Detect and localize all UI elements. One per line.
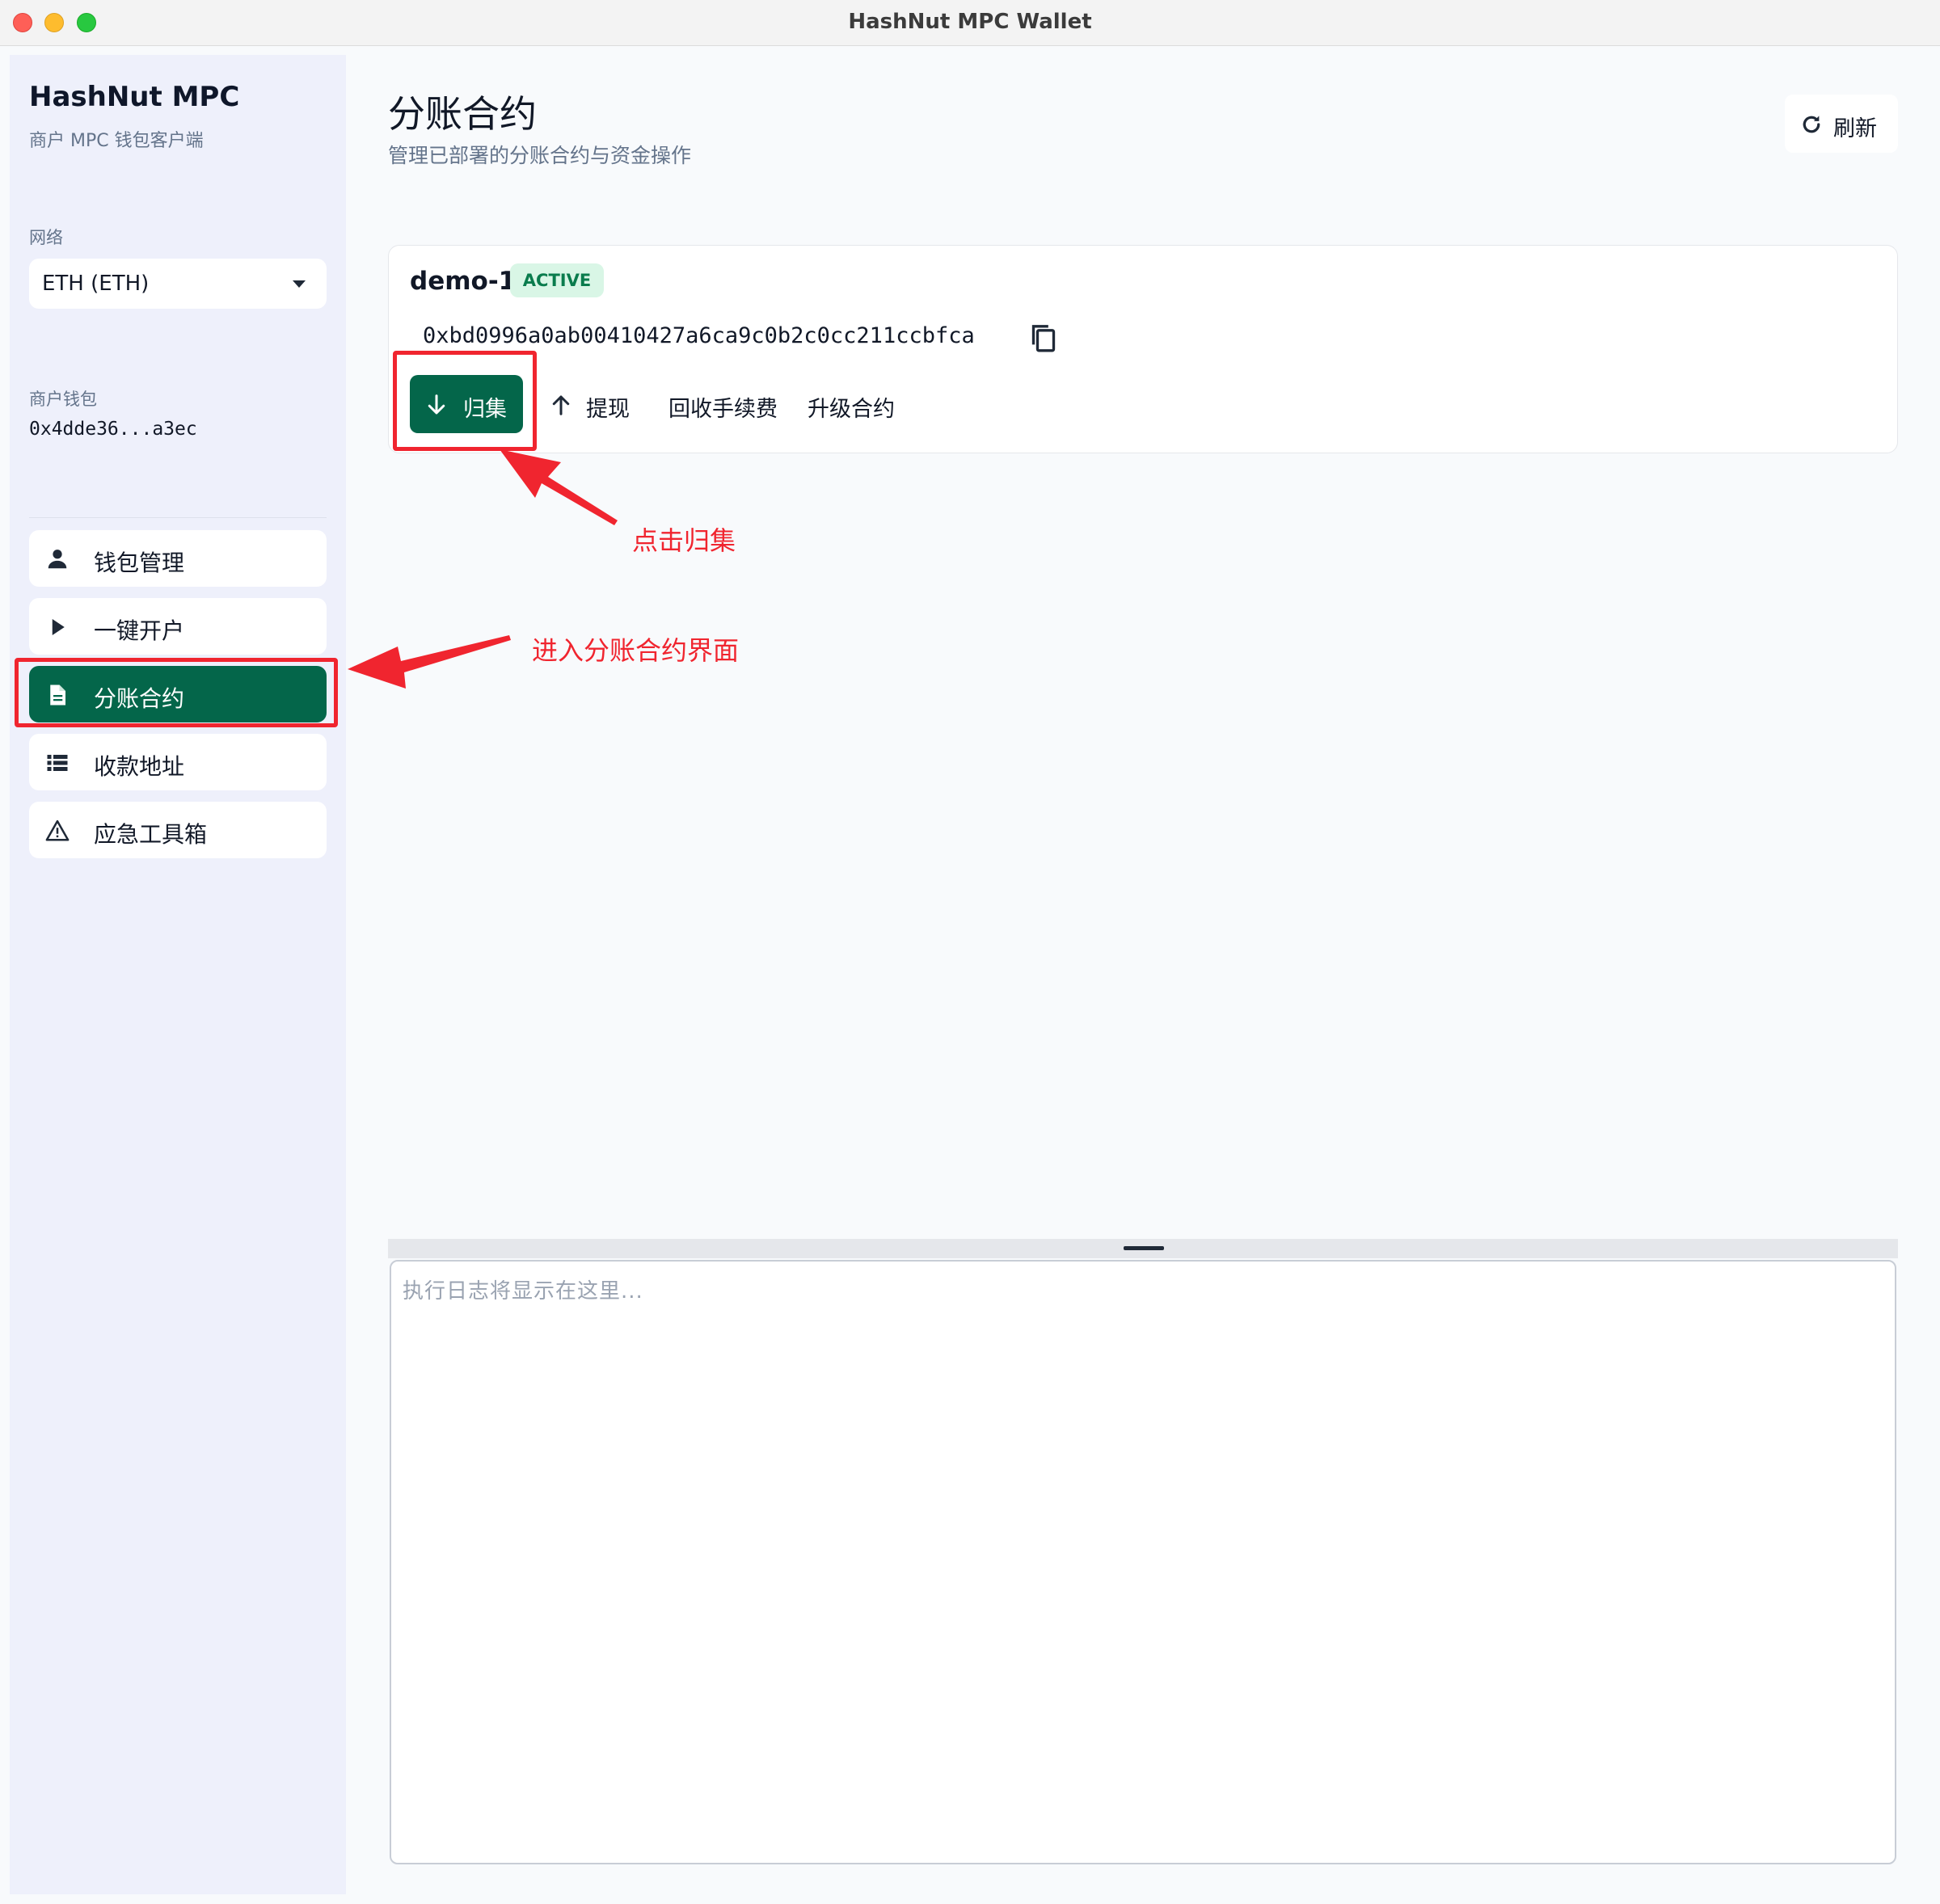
- log-placeholder: 执行日志将显示在这里...: [403, 1279, 643, 1304]
- contract-card: demo-1 ACTIVE 0xbd0996a0ab00410427a6ca9c…: [388, 245, 1898, 453]
- title-bar: HashNut MPC Wallet: [0, 0, 1940, 46]
- window-title: HashNut MPC Wallet: [848, 10, 1092, 34]
- network-value: ETH (ETH): [42, 272, 150, 296]
- brand-subtitle: 商户 MPC 钱包客户端: [29, 131, 204, 151]
- app-window: HashNut MPC Wallet HashNut MPC 商户 MPC 钱包…: [0, 0, 1940, 1904]
- reclaim-fee-label: 回收手续费: [668, 397, 778, 422]
- refresh-icon: [1803, 116, 1820, 133]
- grip-icon: [1124, 1246, 1164, 1250]
- status-badge: ACTIVE: [510, 263, 604, 297]
- sidebar-item-one-click-onboarding[interactable]: 一键开户: [29, 598, 327, 655]
- page-subtitle: 管理已部署的分账合约与资金操作: [388, 144, 692, 167]
- page-title: 分账合约: [388, 92, 537, 136]
- merchant-wallet-address: 0x4dde36...a3ec: [29, 419, 197, 440]
- refresh-label: 刷新: [1833, 116, 1877, 141]
- annotation-text-enter-contract: 进入分账合约界面: [532, 635, 740, 666]
- annotation-highlight-sidebar: [15, 658, 338, 727]
- sidebar-divider: [29, 517, 327, 518]
- brand-title: HashNut MPC: [29, 81, 240, 113]
- sidebar-item-label: 一键开户: [94, 617, 185, 644]
- sidebar: HashNut MPC 商户 MPC 钱包客户端 网络 ETH (ETH) 商户…: [10, 55, 346, 1894]
- user-icon: [48, 550, 67, 569]
- main-content: 分账合约 管理已部署的分账合约与资金操作 刷新 demo-1 ACTIVE 0x…: [346, 46, 1940, 1904]
- arrow-up-icon: [552, 395, 570, 415]
- sidebar-item-emergency-toolbox[interactable]: 应急工具箱: [29, 802, 327, 858]
- reclaim-fee-button[interactable]: 回收手续费: [668, 375, 782, 433]
- annotation-highlight-collect: [393, 351, 537, 451]
- play-icon: [52, 619, 65, 635]
- copy-icon[interactable]: [1027, 321, 1060, 355]
- network-select[interactable]: ETH (ETH): [29, 259, 327, 309]
- withdraw-button[interactable]: 提现: [549, 375, 638, 433]
- upgrade-contract-label: 升级合约: [808, 397, 895, 422]
- sidebar-item-label: 应急工具箱: [94, 821, 208, 848]
- sidebar-item-receiving-addresses[interactable]: 收款地址: [29, 734, 327, 790]
- sidebar-item-label: 收款地址: [94, 753, 185, 780]
- contract-name: demo-1: [410, 267, 517, 296]
- execution-log-output[interactable]: 执行日志将显示在这里...: [390, 1260, 1896, 1864]
- log-resize-handle[interactable]: [388, 1239, 1898, 1258]
- refresh-button[interactable]: 刷新: [1785, 95, 1898, 153]
- sidebar-item-wallet-management[interactable]: 钱包管理: [29, 530, 327, 587]
- withdraw-label: 提现: [586, 397, 630, 422]
- chevron-down-icon: [293, 280, 306, 288]
- list-icon: [47, 755, 68, 771]
- contract-address: 0xbd0996a0ab00410427a6ca9c0b2c0cc211ccbf…: [423, 323, 975, 348]
- annotation-text-click-collect: 点击归集: [632, 525, 736, 556]
- merchant-wallet-label: 商户钱包: [29, 390, 97, 409]
- sidebar-item-label: 钱包管理: [94, 550, 185, 576]
- network-label: 网络: [29, 228, 63, 247]
- upgrade-contract-button[interactable]: 升级合约: [808, 375, 905, 433]
- warning-icon: [45, 819, 70, 841]
